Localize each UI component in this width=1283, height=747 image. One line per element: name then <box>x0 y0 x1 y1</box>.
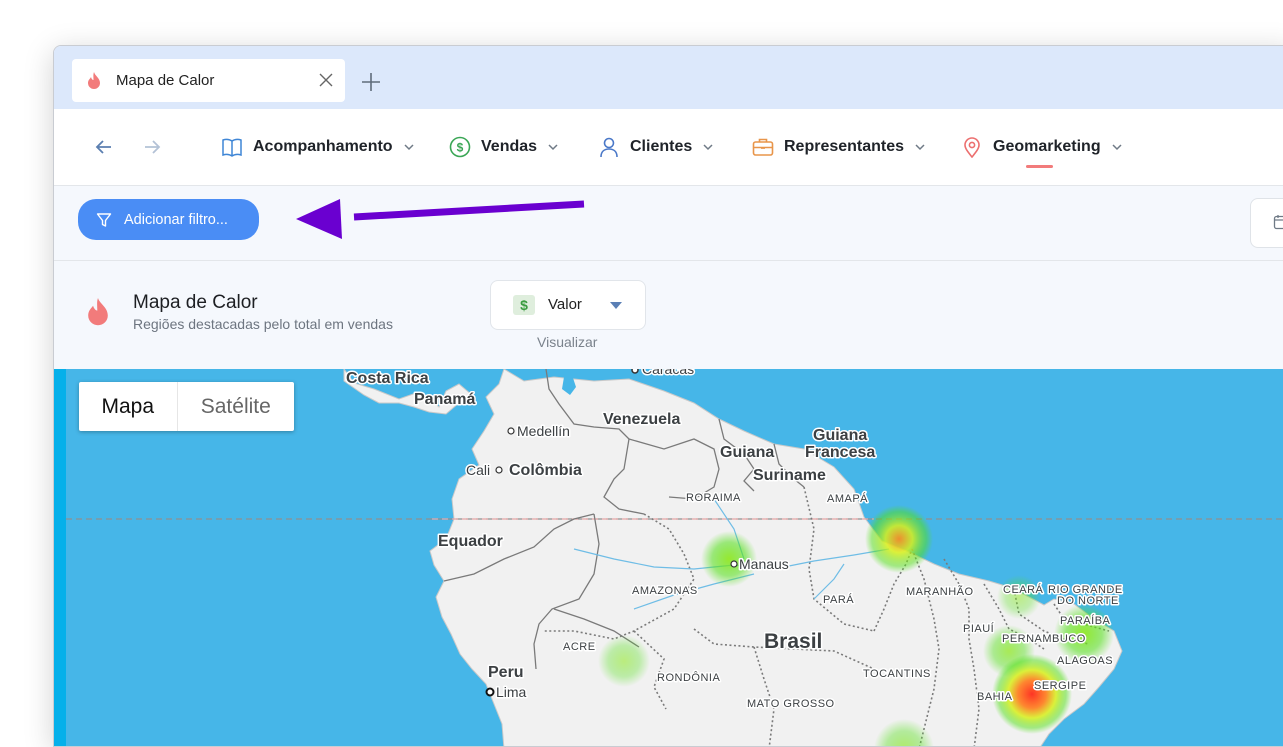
flame-icon <box>84 71 104 91</box>
heat-spot-ceara <box>997 575 1041 619</box>
tab-bar: Mapa de Calor <box>54 46 1283 109</box>
add-filter-label: Adicionar filtro... <box>124 212 228 228</box>
map-label-guiana-francesa-2: Francesa <box>805 444 875 461</box>
filter-bar: Adicionar filtro... <box>54 186 1283 261</box>
heat-spot-belem <box>865 505 933 573</box>
filter-funnel-icon <box>96 212 112 228</box>
menu-vendas[interactable]: $ Vendas <box>449 131 559 163</box>
city-dot-manaus <box>731 561 737 567</box>
map-left-accent <box>54 369 66 746</box>
menu-label: Clientes <box>630 138 692 156</box>
calendar-icon <box>1273 214 1283 230</box>
briefcase-icon <box>752 136 774 158</box>
browser-tab[interactable]: Mapa de Calor <box>72 59 345 102</box>
menu-acompanhamento[interactable]: Acompanhamento <box>221 131 415 163</box>
map-label-mato-grosso: MATO GROSSO <box>747 698 835 710</box>
city-dot-caracas <box>632 369 638 373</box>
map-label-brasil: Brasil <box>764 630 822 653</box>
menu-label: Representantes <box>784 138 904 156</box>
map-type-satellite-button[interactable]: Satélite <box>178 382 294 431</box>
back-arrow-icon[interactable] <box>94 137 114 157</box>
map-label-roraima: RORAIMA <box>686 492 741 504</box>
city-dot-cali <box>496 467 502 473</box>
dollar-circle-icon: $ <box>449 136 471 158</box>
page-subtitle: Regiões destacadas pelo total em vendas <box>133 316 393 332</box>
map-label-acre: ACRE <box>563 641 596 653</box>
add-filter-button[interactable]: Adicionar filtro... <box>78 199 259 240</box>
map-label-guiana-francesa-1: Guiana <box>813 427 867 444</box>
menu-label: Vendas <box>481 138 537 156</box>
map-label-ceara: CEARÁ <box>1003 583 1044 596</box>
map-label-colombia: Colômbia <box>509 462 582 479</box>
map-label-rondonia: RONDÔNIA <box>657 671 720 684</box>
menu-label: Acompanhamento <box>253 138 393 156</box>
close-icon[interactable] <box>318 72 334 88</box>
chevron-down-icon <box>547 141 559 153</box>
browser-window: Mapa de Calor Acompanhamento $ <box>53 45 1283 747</box>
flame-icon <box>84 296 112 328</box>
map-label-amapa: AMAPÁ <box>827 492 868 505</box>
active-menu-indicator <box>1026 165 1053 168</box>
map-label-venezuela: Venezuela <box>603 411 680 428</box>
map-label-peru: Peru <box>488 664 524 681</box>
map-label-piaui: PIAUÍ <box>963 622 995 635</box>
map-label-equador: Equador <box>438 533 503 550</box>
visualize-select-value: Valor <box>548 296 582 313</box>
map-label-paraiba: PARAÍBA <box>1060 614 1111 627</box>
heatmap-header-panel: Mapa de Calor Regiões destacadas pelo to… <box>54 261 1283 369</box>
map-label-rio-grande-2: DO NORTE <box>1057 595 1119 607</box>
map-label-guiana: Guiana <box>720 444 774 461</box>
tab-title: Mapa de Calor <box>116 72 214 89</box>
map-label-sergipe: SERGIPE <box>1034 680 1086 692</box>
map-label-panama: Panamá <box>414 391 475 408</box>
map-label-para: PARÁ <box>823 593 854 606</box>
chevron-down-icon <box>914 141 926 153</box>
caret-down-icon <box>609 301 623 311</box>
menu-label: Geomarketing <box>993 138 1101 156</box>
chevron-down-icon <box>403 141 415 153</box>
book-icon <box>221 136 243 158</box>
map-label-pernambuco: PERNAMBUCO <box>1002 633 1086 645</box>
map-label-caracas: Caracas <box>642 369 694 377</box>
map-label-bahia: BAHIA <box>977 691 1013 703</box>
map-label-cali: Cali <box>466 462 490 478</box>
chevron-down-icon <box>1111 141 1123 153</box>
user-icon <box>598 136 620 158</box>
menu-representantes[interactable]: Representantes <box>752 131 926 163</box>
top-navigation: Acompanhamento $ Vendas Clientes <box>54 109 1283 186</box>
new-tab-plus-icon[interactable] <box>360 71 382 93</box>
map-label-amazonas: AMAZONAS <box>632 585 698 597</box>
map-label-costa-rica: Costa Rica <box>346 370 429 387</box>
map-type-toggle: Mapa Satélite <box>79 382 294 431</box>
heatmap-map[interactable]: Costa Rica Panamá Caracas Venezuela Mede… <box>54 369 1283 746</box>
page-title: Mapa de Calor <box>133 292 258 314</box>
chevron-down-icon <box>702 141 714 153</box>
svg-text:$: $ <box>457 141 464 155</box>
map-label-suriname: Suriname <box>753 467 826 484</box>
map-label-manaus: Manaus <box>739 556 789 572</box>
date-picker-button[interactable] <box>1250 198 1283 248</box>
forward-arrow-icon[interactable] <box>142 137 162 157</box>
city-dot-lima <box>487 689 494 696</box>
dollar-icon: $ <box>513 295 535 315</box>
menu-geomarketing[interactable]: Geomarketing <box>961 131 1123 163</box>
map-pin-icon <box>961 136 983 158</box>
city-dot-medellin <box>508 428 514 434</box>
heat-spot-acre <box>598 635 650 687</box>
map-label-alagoas: ALAGOAS <box>1057 655 1113 667</box>
map-label-medellin: Medellín <box>517 423 570 439</box>
map-label-lima: Lima <box>496 684 527 700</box>
menu-clientes[interactable]: Clientes <box>598 131 714 163</box>
visualize-caption: Visualizar <box>537 334 597 350</box>
map-label-maranhao: MARANHÃO <box>906 585 974 598</box>
map-type-map-button[interactable]: Mapa <box>79 382 178 431</box>
annotation-arrow <box>294 196 594 246</box>
visualize-select[interactable]: $ Valor <box>490 280 646 330</box>
map-label-tocantins: TOCANTINS <box>863 668 931 680</box>
